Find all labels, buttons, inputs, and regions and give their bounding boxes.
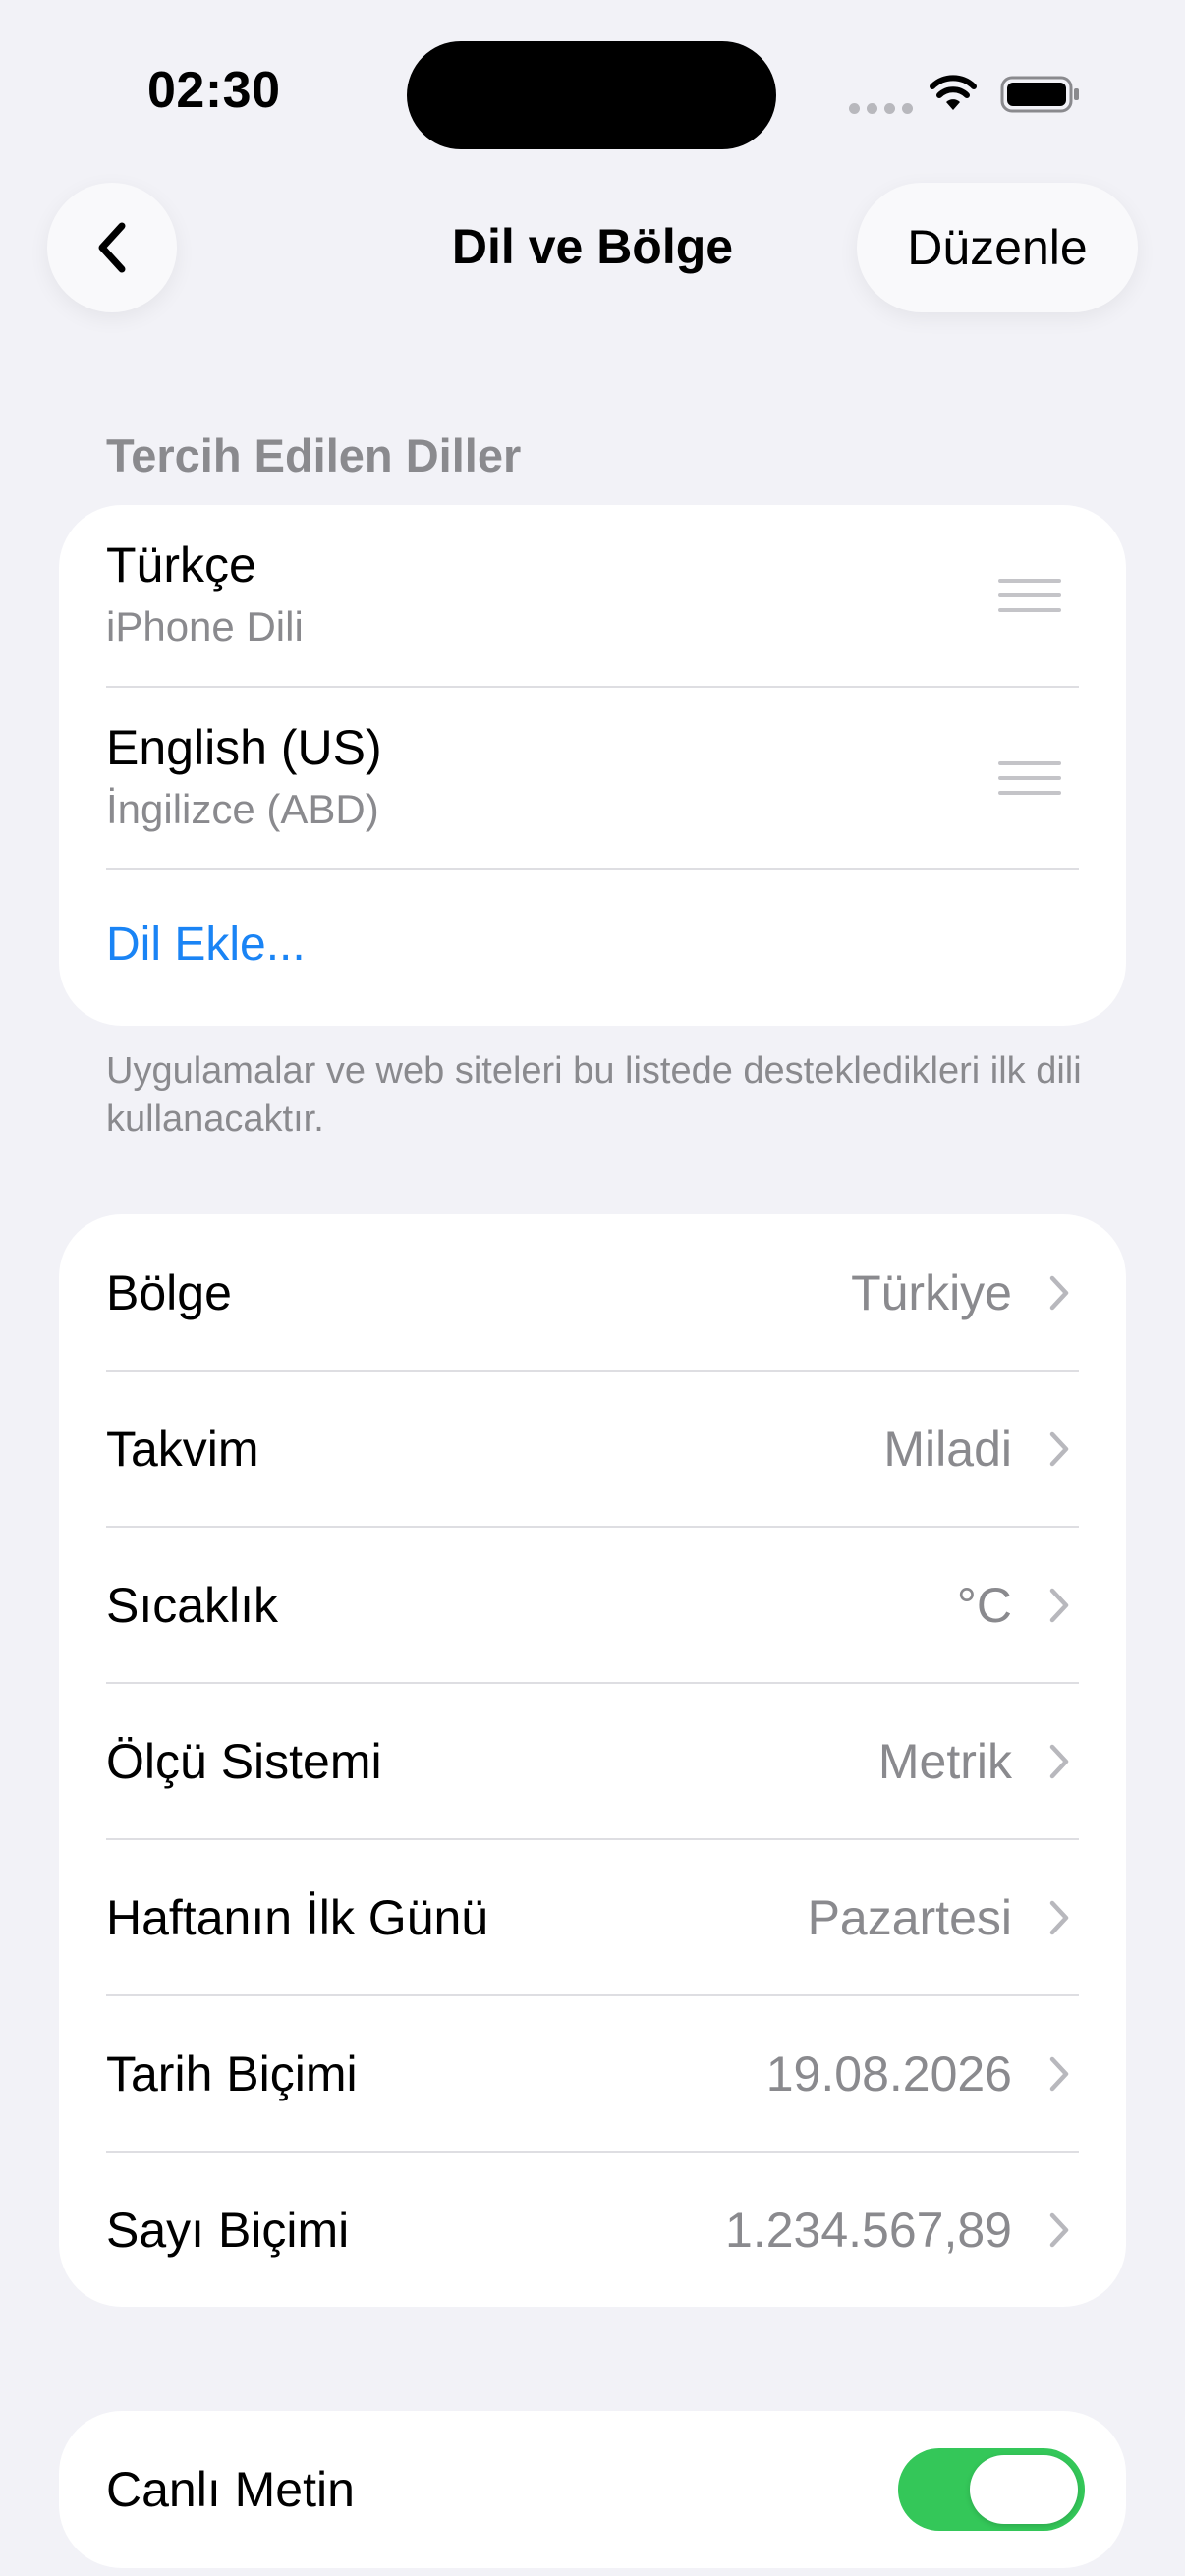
language-row-english[interactable]: English (US) İngilizce (ABD)	[59, 688, 1126, 868]
chevron-right-icon	[1049, 1275, 1069, 1310]
add-language-button[interactable]: Dil Ekle...	[106, 918, 306, 972]
setting-value: Metrik	[877, 1733, 1012, 1789]
setting-label: Takvim	[106, 1421, 259, 1477]
cellular-signal-icon	[849, 103, 913, 114]
language-subtitle: İngilizce (ABD)	[106, 786, 379, 832]
chevron-right-icon	[1049, 2056, 1069, 2091]
setting-label: Haftanın İlk Günü	[106, 1889, 489, 1945]
wifi-icon	[930, 75, 977, 110]
setting-value: °C	[956, 1577, 1012, 1633]
drag-handle-icon[interactable]	[998, 579, 1061, 612]
language-subtitle: iPhone Dili	[106, 603, 304, 649]
setting-row-first-day-of-week[interactable]: Haftanın İlk Günü Pazartesi	[59, 1839, 1126, 1995]
status-time: 02:30	[147, 62, 281, 119]
setting-row-measurement-system[interactable]: Ölçü Sistemi Metrik	[59, 1683, 1126, 1839]
section-header-preferred-languages: Tercih Edilen Diller	[106, 429, 522, 481]
toggle-knob	[970, 2455, 1078, 2524]
drag-handle-icon[interactable]	[998, 761, 1061, 795]
live-text-toggle[interactable]	[898, 2448, 1085, 2531]
chevron-right-icon	[1049, 1744, 1069, 1778]
setting-label: Sayı Biçimi	[106, 2202, 350, 2258]
setting-row-calendar[interactable]: Takvim Miladi	[59, 1371, 1126, 1527]
chevron-right-icon	[1049, 1900, 1069, 1934]
setting-row-temperature[interactable]: Sıcaklık °C	[59, 1527, 1126, 1683]
battery-icon	[1000, 76, 1079, 113]
setting-row-region[interactable]: Bölge Türkiye	[59, 1214, 1126, 1371]
setting-label: Tarih Biçimi	[106, 2045, 358, 2101]
setting-value: 1.234.567,89	[725, 2202, 1012, 2258]
live-text-card: Canlı Metin	[59, 2411, 1126, 2568]
language-name: Türkçe	[106, 537, 256, 592]
setting-value: Miladi	[883, 1421, 1012, 1477]
setting-row-date-format[interactable]: Tarih Biçimi 19.08.2026	[59, 1995, 1126, 2152]
live-text-label: Canlı Metin	[106, 2462, 355, 2517]
chevron-right-icon	[1049, 1431, 1069, 1466]
separator	[106, 868, 1079, 870]
dynamic-island	[407, 41, 776, 149]
chevron-right-icon	[1049, 1588, 1069, 1622]
language-row-turkish[interactable]: Türkçe iPhone Dili	[59, 505, 1126, 686]
setting-value: Pazartesi	[807, 1889, 1012, 1945]
setting-label: Ölçü Sistemi	[106, 1733, 382, 1789]
language-name: English (US)	[106, 720, 382, 775]
preferred-languages-card: Türkçe iPhone Dili English (US) İngilizc…	[59, 505, 1126, 1026]
setting-row-number-format[interactable]: Sayı Biçimi 1.234.567,89	[59, 2152, 1126, 2307]
edit-button[interactable]: Düzenle	[857, 183, 1138, 312]
setting-value: Türkiye	[851, 1264, 1012, 1320]
region-settings-card: Bölge Türkiye Takvim Miladi Sıcaklık °C …	[59, 1214, 1126, 2307]
setting-label: Bölge	[106, 1264, 232, 1320]
setting-value: 19.08.2026	[765, 2045, 1012, 2101]
languages-footer-note: Uygulamalar ve web siteleri bu listede d…	[106, 1050, 1082, 1140]
setting-label: Sıcaklık	[106, 1577, 279, 1633]
chevron-right-icon	[1049, 2212, 1069, 2247]
